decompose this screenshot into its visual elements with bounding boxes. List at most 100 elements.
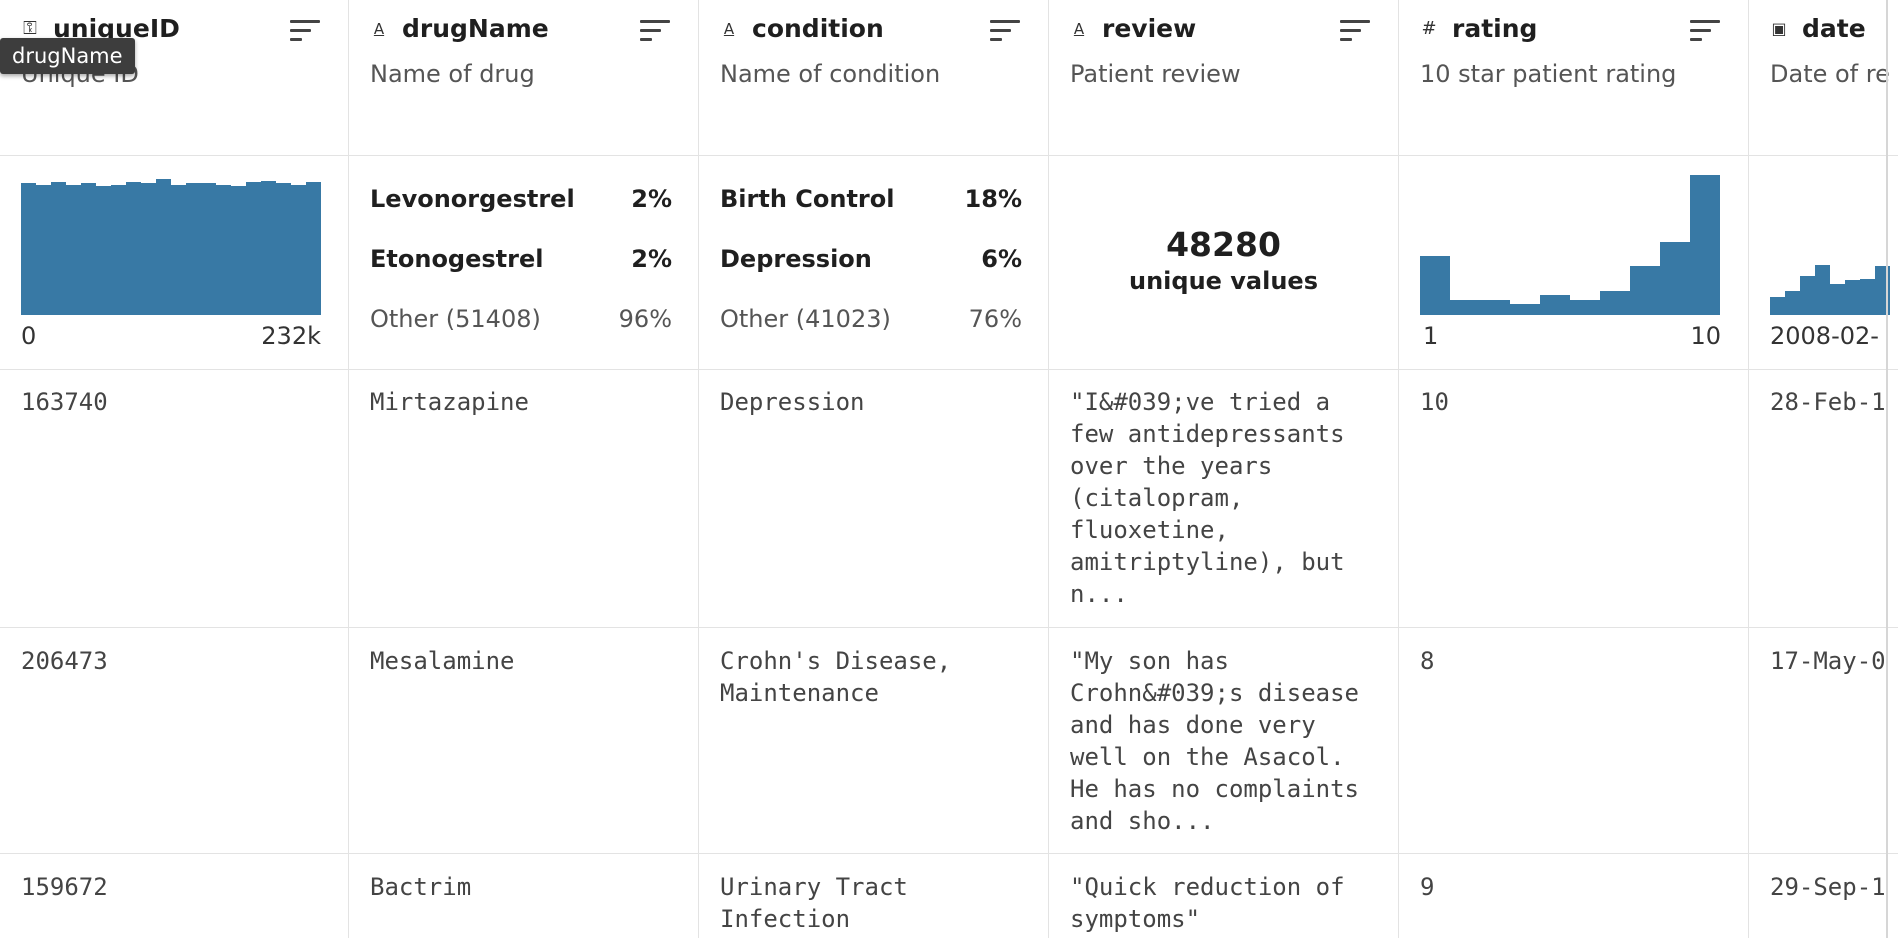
sort-icon[interactable] — [990, 20, 1020, 42]
table-cell[interactable]: 163740 — [21, 386, 332, 418]
table-cell[interactable]: 159672 — [21, 871, 332, 903]
histogram-bar[interactable] — [21, 183, 36, 315]
column-description: Date of re — [1770, 60, 1890, 88]
top-value-label: Depression — [720, 245, 872, 273]
column-condition: A condition Name of condition Birth Cont… — [699, 0, 1049, 938]
histogram-bar[interactable] — [1785, 291, 1800, 315]
column-header-condition[interactable]: A condition — [720, 14, 884, 43]
table-cell[interactable]: 10 — [1420, 386, 1732, 418]
table-cell[interactable]: Crohn's Disease, Maintenance — [720, 645, 1032, 709]
histogram-bar[interactable] — [1420, 256, 1450, 315]
histogram[interactable] — [1420, 175, 1720, 315]
histogram-bar[interactable] — [261, 181, 276, 315]
column-stats-review: 48280 unique values — [1049, 155, 1398, 370]
histogram-bar[interactable] — [246, 182, 261, 315]
histogram-bar[interactable] — [66, 185, 81, 315]
histogram-bar[interactable] — [141, 183, 156, 315]
histogram-bar[interactable] — [216, 185, 231, 315]
column-header-rating[interactable]: # rating — [1420, 14, 1537, 43]
top-value-label: Levonorgestrel — [370, 185, 575, 213]
histogram-bar[interactable] — [1800, 276, 1815, 315]
scroll-edge — [1886, 0, 1888, 938]
histogram-bar[interactable] — [1860, 279, 1875, 315]
table-cell[interactable]: Urinary Tract Infection — [720, 871, 1032, 935]
table-cell[interactable]: Bactrim — [370, 871, 682, 903]
histogram-bar[interactable] — [276, 183, 291, 315]
histogram[interactable] — [1770, 175, 1898, 315]
histogram-bar[interactable] — [1570, 300, 1600, 315]
table-cell[interactable]: 206473 — [21, 645, 332, 677]
top-value-row[interactable]: Birth Control 18% — [720, 185, 1022, 213]
table-cell[interactable]: 8 — [1420, 645, 1732, 677]
column-name: review — [1102, 14, 1197, 43]
histogram-bar[interactable] — [111, 185, 126, 315]
histogram-bar[interactable] — [1510, 304, 1540, 315]
column-review: A review Patient review 48280 unique val… — [1049, 0, 1399, 938]
histogram-bar[interactable] — [291, 185, 306, 315]
table-cell[interactable]: 9 — [1420, 871, 1732, 903]
axis-min-label: 1 — [1423, 322, 1439, 350]
column-name: condition — [752, 14, 884, 43]
table-cell[interactable]: "My son has Crohn&#039;s disease and has… — [1070, 645, 1382, 837]
column-description: Name of drug — [370, 60, 535, 88]
histogram[interactable] — [21, 175, 321, 315]
histogram-bar[interactable] — [1690, 175, 1720, 315]
top-value-label: Etonogestrel — [370, 245, 544, 273]
axis-max-label: 232k — [261, 322, 321, 350]
other-label: Other (51408) — [370, 305, 541, 333]
column-date: ▣ date Date of re 2008-02- 28-Feb-1 17-M… — [1749, 0, 1898, 938]
histogram-bar[interactable] — [96, 186, 111, 315]
sort-icon[interactable] — [1340, 20, 1370, 42]
sort-icon[interactable] — [640, 20, 670, 42]
table-cell[interactable]: Depression — [720, 386, 1032, 418]
histogram-bar[interactable] — [1630, 266, 1660, 315]
histogram-bar[interactable] — [1480, 300, 1510, 315]
histogram-bar[interactable] — [171, 185, 186, 315]
number-type-icon: # — [1421, 18, 1437, 39]
column-header-drugName[interactable]: A drugName — [370, 14, 549, 43]
histogram-bar[interactable] — [1600, 291, 1630, 315]
histogram-bar[interactable] — [81, 183, 96, 315]
histogram-bar[interactable] — [306, 182, 321, 315]
other-pct: 96% — [618, 305, 672, 333]
histogram-bar[interactable] — [51, 182, 66, 315]
text-type-icon: A — [373, 19, 385, 38]
table-cell[interactable]: Mesalamine — [370, 645, 682, 677]
column-name: date — [1802, 14, 1866, 43]
stats-divider — [0, 369, 1898, 370]
histogram-bar[interactable] — [156, 179, 171, 315]
sort-icon[interactable] — [1690, 20, 1720, 42]
histogram-bar[interactable] — [1830, 284, 1845, 315]
axis-min-label: 0 — [21, 322, 37, 350]
histogram-bar[interactable] — [1450, 300, 1480, 315]
histogram-bar[interactable] — [1770, 297, 1785, 315]
table-cell[interactable]: 28-Feb-1 — [1770, 386, 1886, 418]
histogram-bar[interactable] — [36, 185, 51, 315]
histogram-bar[interactable] — [1815, 265, 1830, 315]
histogram-bar[interactable] — [126, 182, 141, 315]
table-cell[interactable]: 17-May-0 — [1770, 645, 1886, 677]
table-cell[interactable]: Mirtazapine — [370, 386, 682, 418]
sort-icon[interactable] — [290, 20, 320, 42]
text-type-icon: A — [723, 19, 735, 38]
table-cell[interactable]: "I&#039;ve tried a few antidepressants o… — [1070, 386, 1382, 610]
histogram-bar[interactable] — [1540, 295, 1570, 315]
top-value-pct: 18% — [964, 185, 1022, 213]
column-stats-condition: Birth Control 18% Depression 6% Other (4… — [699, 155, 1048, 370]
histogram-bar[interactable] — [1660, 242, 1690, 315]
top-value-row[interactable]: Etonogestrel 2% — [370, 245, 672, 273]
histogram-bar[interactable] — [201, 183, 216, 315]
top-value-row[interactable]: Depression 6% — [720, 245, 1022, 273]
histogram-bar[interactable] — [1845, 280, 1860, 315]
column-header-review[interactable]: A review — [1070, 14, 1196, 43]
histogram-bar[interactable] — [186, 183, 201, 315]
top-value-label: Birth Control — [720, 185, 895, 213]
histogram-bar[interactable] — [231, 186, 246, 315]
table-cell[interactable]: 29-Sep-1 — [1770, 871, 1886, 903]
column-description: 10 star patient rating — [1420, 60, 1677, 88]
top-value-row[interactable]: Levonorgestrel 2% — [370, 185, 672, 213]
column-header-date[interactable]: ▣ date — [1770, 14, 1866, 43]
other-values-row: Other (41023) 76% — [720, 305, 1022, 333]
key-icon: ⚿ — [23, 18, 37, 39]
table-cell[interactable]: "Quick reduction of symptoms" — [1070, 871, 1382, 935]
